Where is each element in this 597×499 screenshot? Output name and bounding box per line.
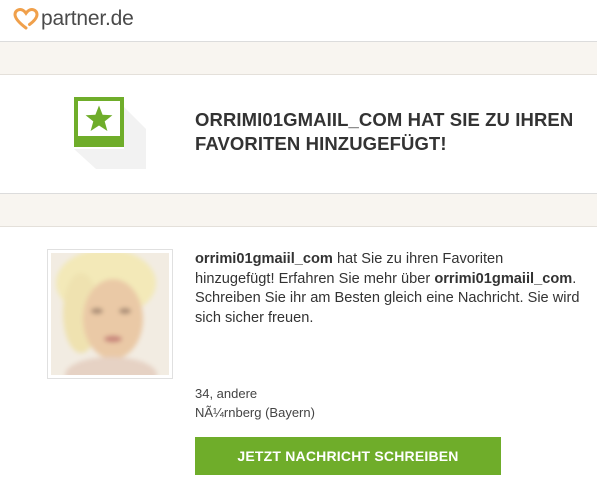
profile-photo-image bbox=[51, 253, 169, 375]
username-link[interactable]: orrimi01gmaiil_com bbox=[434, 271, 572, 287]
notification-message: orrimi01gmaiil_com hat Sie zu ihren Favo… bbox=[195, 250, 585, 328]
email-header: partner.de bbox=[0, 0, 597, 42]
partner-logo[interactable]: partner.de bbox=[13, 6, 134, 32]
profile-location: NÃ¼rnberg (Bayern) bbox=[195, 405, 315, 420]
banner-title: ORRIMI01GMAIIL_COM HAT SIE ZU IHREN FAVO… bbox=[195, 109, 574, 154]
profile-meta: 34, andere NÃ¼rnberg (Bayern) bbox=[195, 384, 315, 422]
spacer-band-bottom bbox=[0, 193, 597, 227]
profile-age-status: 34, andere bbox=[195, 386, 258, 401]
notification-banner: ORRIMI01GMAIIL_COM HAT SIE ZU IHREN FAVO… bbox=[0, 75, 597, 193]
profile-photo[interactable] bbox=[47, 249, 173, 379]
spacer-band-top bbox=[0, 42, 597, 75]
logo-text: partner.de bbox=[41, 7, 134, 30]
username-link[interactable]: orrimi01gmaiil_com bbox=[195, 251, 333, 267]
write-message-button[interactable]: JETZT NACHRICHT SCHREIBEN bbox=[195, 437, 501, 475]
favorite-star-icon bbox=[74, 97, 146, 169]
heart-outline-icon bbox=[13, 7, 39, 31]
